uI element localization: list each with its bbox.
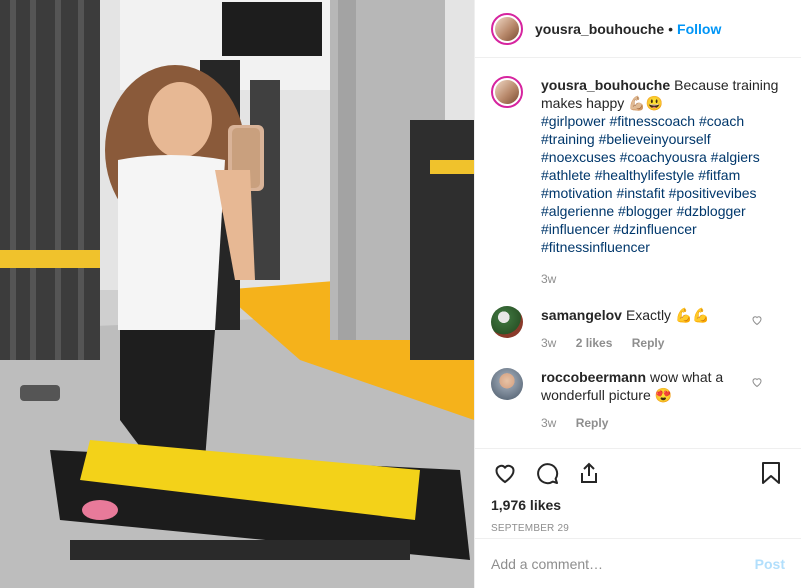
comments-list[interactable]: yousra_bouhouche Because training makes h… — [475, 58, 801, 448]
instagram-post: yousra_bouhouche • Follow yousra_bouhouc… — [0, 0, 801, 588]
post-button[interactable]: Post — [755, 556, 785, 572]
follow-button[interactable]: Follow — [677, 21, 721, 37]
comment-item: roccobeermann wow what a wonderfull pictu… — [491, 368, 785, 432]
share-icon[interactable] — [575, 459, 603, 487]
caption-avatar[interactable] — [491, 76, 523, 108]
commenter-avatar[interactable] — [491, 306, 523, 338]
small-heart-icon[interactable] — [751, 376, 763, 391]
author-avatar[interactable] — [491, 12, 523, 45]
gym-selfie-image — [0, 0, 474, 588]
comment-icon[interactable] — [533, 459, 561, 487]
comment-input[interactable]: Add a comment… — [491, 556, 755, 572]
reply-button[interactable]: Reply — [632, 336, 665, 350]
post-actions: 1,976 likes SEPTEMBER 29 — [475, 448, 801, 538]
bookmark-icon[interactable] — [757, 459, 785, 487]
post-header: yousra_bouhouche • Follow — [475, 0, 801, 58]
reply-button[interactable]: Reply — [576, 416, 609, 430]
comment-age: 3w — [541, 416, 557, 430]
caption: yousra_bouhouche Because training makes h… — [491, 76, 785, 288]
header-separator: • — [668, 20, 674, 37]
likes-count[interactable]: 1,976 likes — [491, 497, 785, 513]
heart-icon[interactable] — [491, 459, 519, 487]
caption-username[interactable]: yousra_bouhouche — [541, 77, 670, 93]
caption-hashtags[interactable]: #girlpower #fitnesscoach #coach #trainin… — [541, 112, 785, 256]
post-date[interactable]: SEPTEMBER 29 — [491, 523, 785, 534]
comment-item: samangelov Exactly 💪💪 3w 2 likes Reply — [491, 306, 785, 352]
post-photo[interactable] — [0, 0, 474, 588]
caption-age: 3w — [541, 272, 557, 286]
commenter-avatar[interactable] — [491, 368, 523, 400]
author-username[interactable]: yousra_bouhouche — [535, 21, 664, 37]
post-sidebar: yousra_bouhouche • Follow yousra_bouhouc… — [474, 0, 801, 588]
comment-likes[interactable]: 2 likes — [576, 336, 613, 350]
comment-username[interactable]: samangelov — [541, 307, 622, 323]
add-comment-bar: Add a comment… Post — [475, 538, 801, 588]
small-heart-icon[interactable] — [751, 314, 763, 329]
comment-age: 3w — [541, 336, 557, 350]
comment-username[interactable]: roccobeermann — [541, 369, 646, 385]
comment-text: Exactly 💪💪 — [625, 307, 710, 323]
